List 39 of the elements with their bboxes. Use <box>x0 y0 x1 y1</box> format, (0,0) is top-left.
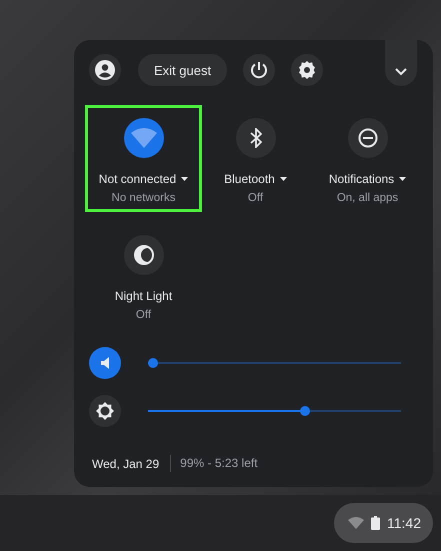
battery-status: 99% - 5:23 left <box>170 455 258 472</box>
speaker-icon <box>101 357 109 369</box>
slider-fill[interactable] <box>148 358 158 368</box>
brightness-icon <box>96 402 114 420</box>
tile-status: No networks <box>112 192 176 204</box>
caret-icon <box>399 177 406 181</box>
clock-time: 11:42 <box>387 515 421 531</box>
battery-icon <box>371 516 380 530</box>
toggle-button[interactable] <box>124 235 164 275</box>
mute-button[interactable] <box>89 347 121 379</box>
caret-icon <box>181 177 188 181</box>
tile-label[interactable]: Bluetooth <box>224 172 287 186</box>
power-icon <box>250 61 268 79</box>
person-icon <box>95 60 115 80</box>
settings-button[interactable] <box>291 54 324 86</box>
bluetooth-icon <box>250 128 262 148</box>
collapse-button[interactable] <box>385 40 417 86</box>
tile-status: Off <box>248 192 264 204</box>
tile-status: Off <box>136 309 152 321</box>
tile-label[interactable]: Night Light <box>114 289 172 303</box>
do-not-disturb-icon <box>358 128 378 148</box>
tile-status: On, all apps <box>336 192 398 204</box>
caret-icon <box>280 177 287 181</box>
settings-icon <box>298 61 316 79</box>
brightness-button[interactable] <box>89 395 121 427</box>
wifi-icon <box>130 128 156 148</box>
power-button[interactable] <box>243 54 276 86</box>
exit-guest-button[interactable]: Exit guest <box>138 54 228 86</box>
moon-icon <box>134 245 154 265</box>
account-button[interactable] <box>89 54 121 86</box>
toggle-button[interactable] <box>348 118 388 158</box>
wifi-icon <box>348 517 364 529</box>
toggle-button[interactable] <box>124 118 164 158</box>
date-label[interactable]: Wed, Jan 29 <box>92 456 160 470</box>
status-tray-button[interactable]: 11:42 <box>334 503 433 543</box>
chevron-down-icon <box>395 68 407 76</box>
tile-label[interactable]: Notifications <box>328 172 406 186</box>
toggle-button[interactable] <box>236 118 276 158</box>
tile-label[interactable]: Not connected <box>98 172 188 186</box>
